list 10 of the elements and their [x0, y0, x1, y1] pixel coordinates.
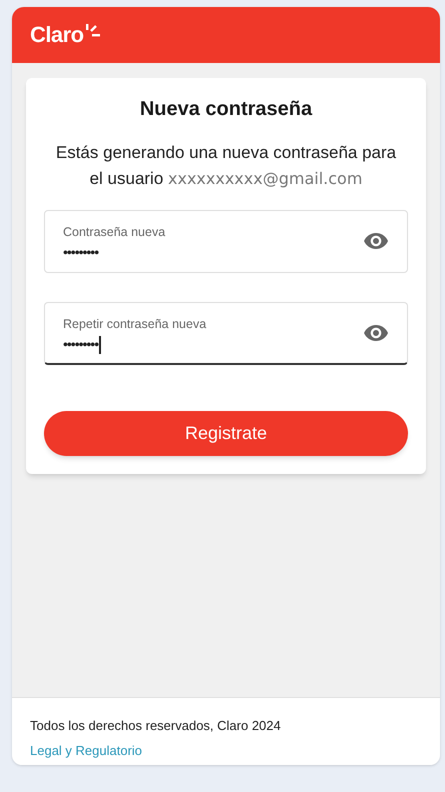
eye-icon[interactable] — [364, 325, 388, 341]
legal-link[interactable]: Legal y Regulatorio — [30, 740, 142, 760]
form-title: Nueva contraseña — [138, 97, 314, 122]
password-field[interactable]: Contraseña nueva ••••••••• — [44, 210, 408, 273]
copyright-text: Todos los derechos reservados, Claro 2024 — [30, 717, 282, 735]
logo[interactable]: Claro — [30, 24, 84, 46]
eye-icon[interactable] — [364, 233, 388, 249]
register-button[interactable]: Registrate — [44, 411, 408, 456]
password-field[interactable]: Repetir contraseña nueva ••••••••• — [44, 302, 408, 365]
intro-text: Estás generando una nueva contraseña para el usuario xxxxxxxxxx@gmail.com — [54, 142, 398, 190]
